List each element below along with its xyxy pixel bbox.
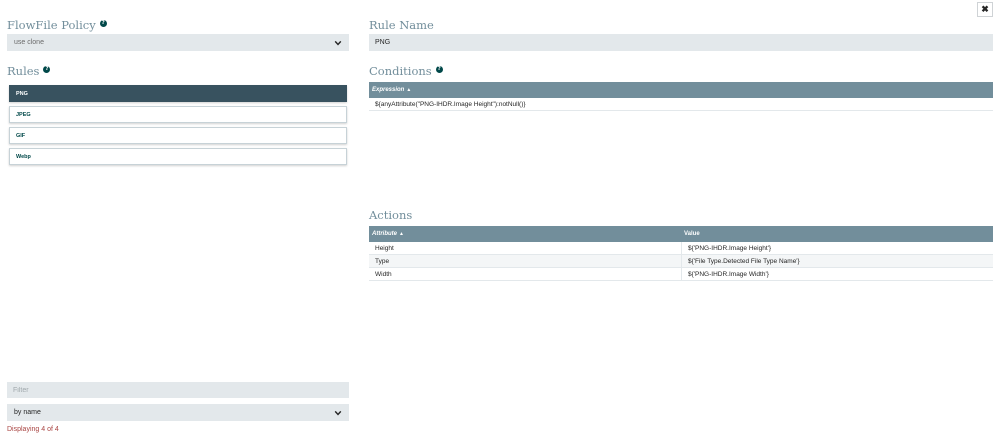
help-icon[interactable]: ? [99, 19, 107, 27]
conditions-title: Conditions [369, 64, 432, 78]
actions-title: Actions [369, 208, 413, 222]
help-icon[interactable]: ? [435, 65, 443, 73]
rule-item-label: GIF [16, 132, 26, 139]
rule-name-heading: Rule Name [369, 18, 434, 32]
action-value-cell: ${'PNG-IHDR.Image Height'} [681, 242, 993, 254]
actions-heading: Actions [369, 208, 412, 222]
flowfile-policy-value: use clone [14, 39, 44, 46]
rule-count-status: Displaying 4 of 4 [7, 426, 59, 433]
rule-item-gif[interactable]: GIF [9, 127, 347, 144]
rules-title: Rules [7, 64, 40, 78]
close-button[interactable]: ✖ [977, 2, 993, 17]
action-attribute-cell: Height [375, 244, 394, 252]
chevron-down-icon [334, 410, 342, 416]
rule-name-value: PNG [375, 39, 391, 46]
flowfile-policy-title: FlowFile Policy [7, 18, 96, 32]
action-value-cell: ${'File Type.Detected File Type Name'} [681, 255, 993, 267]
action-attribute-cell: Type [375, 257, 390, 265]
help-icon[interactable]: ? [43, 65, 51, 73]
attribute-column-label: Attribute [372, 231, 397, 237]
action-value-cell: ${'PNG-IHDR.Image Width'} [681, 268, 993, 280]
condition-expression-cell: ${anyAttribute("PNG-IHDR.Image Height"):… [375, 100, 526, 108]
action-row[interactable]: Width ${'PNG-IHDR.Image Width'} [369, 268, 993, 281]
attribute-column-header[interactable]: Attribute ▲ [369, 231, 681, 237]
rule-filter-input[interactable] [7, 382, 349, 398]
rule-item-label: PNG [16, 90, 28, 97]
sort-ascending-icon: ▲ [399, 231, 404, 237]
rule-name-input[interactable]: PNG [369, 34, 993, 51]
conditions-grid-header: Expression ▲ [369, 82, 993, 98]
sort-ascending-icon: ▲ [406, 87, 412, 93]
rule-item-png[interactable]: PNG [9, 85, 347, 102]
value-column-label: Value [684, 231, 700, 237]
condition-row[interactable]: ${anyAttribute("PNG-IHDR.Image Height"):… [369, 98, 993, 111]
flowfile-policy-heading: FlowFile Policy ? [7, 18, 107, 32]
action-attribute-cell: Width [375, 270, 392, 278]
action-row[interactable]: Height ${'PNG-IHDR.Image Height'} [369, 242, 993, 255]
rule-item-webp[interactable]: Webp [9, 148, 347, 165]
sort-select[interactable]: by name [7, 404, 349, 421]
expression-column-header[interactable]: Expression ▲ [369, 87, 993, 93]
expression-column-label: Expression [372, 87, 405, 93]
rule-editor-dialog: FlowFile Policy ? use clone Rules ? PNG … [0, 0, 998, 440]
rule-item-label: JPEG [16, 111, 31, 118]
actions-grid-header: Attribute ▲ Value [369, 226, 993, 242]
rule-name-title: Rule Name [369, 18, 434, 32]
action-row[interactable]: Type ${'File Type.Detected File Type Nam… [369, 255, 993, 268]
close-icon: ✖ [981, 4, 989, 14]
sort-select-value: by name [14, 409, 41, 416]
chevron-down-icon [334, 40, 342, 46]
conditions-heading: Conditions ? [369, 64, 443, 78]
rule-item-jpeg[interactable]: JPEG [9, 106, 347, 123]
rule-item-label: Webp [16, 153, 31, 160]
value-column-header[interactable]: Value [681, 231, 993, 237]
rules-heading: Rules ? [7, 64, 51, 78]
flowfile-policy-select[interactable]: use clone [7, 34, 349, 51]
